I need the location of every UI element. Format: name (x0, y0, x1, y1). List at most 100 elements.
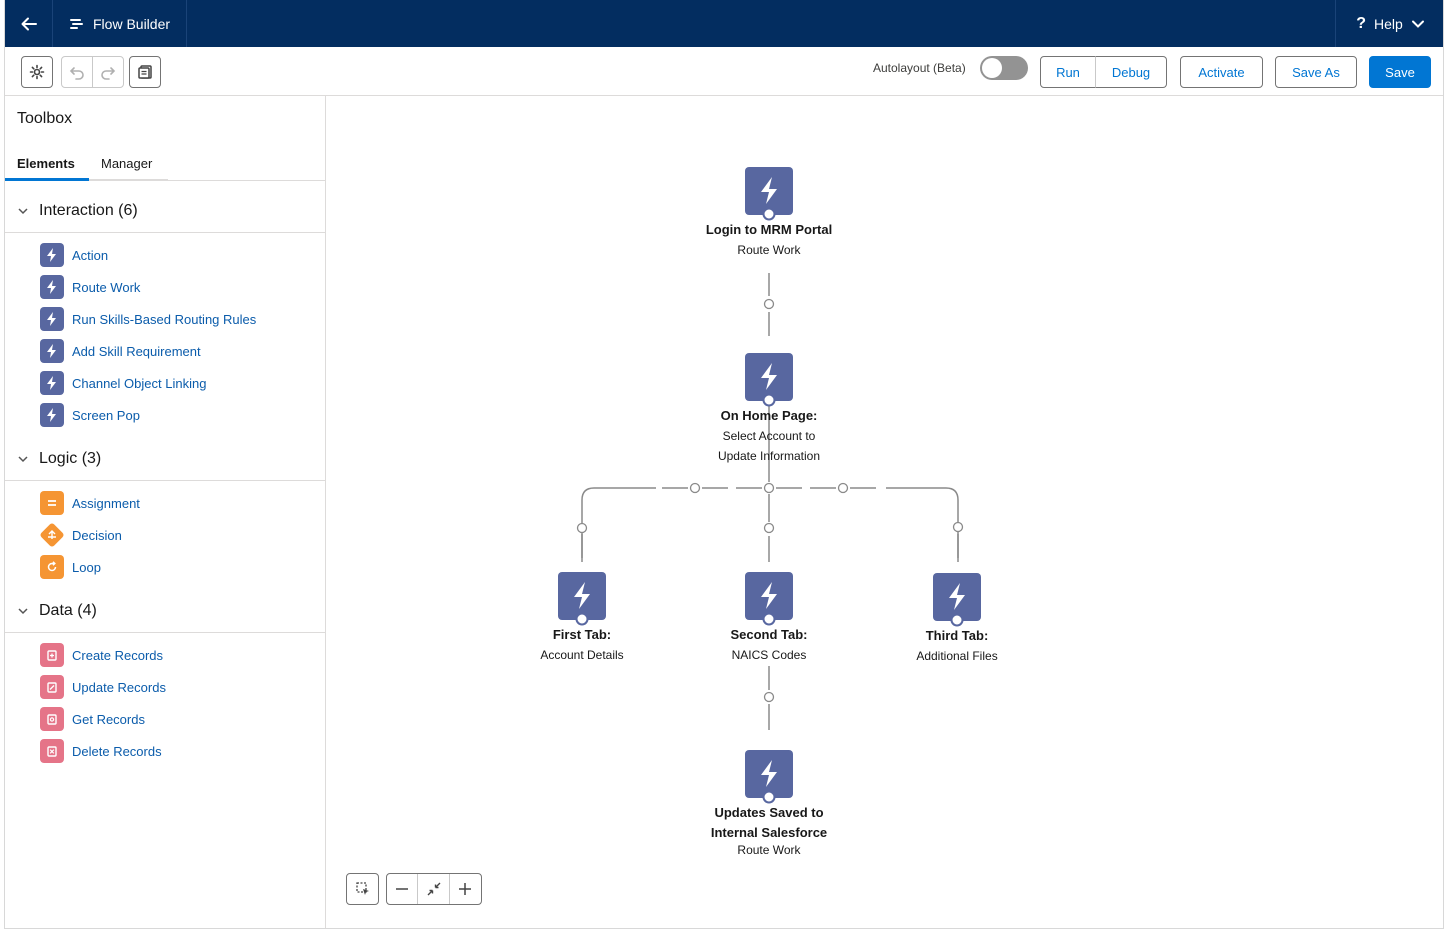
help-label: Help (1373, 15, 1403, 32)
decision-icon (40, 523, 64, 547)
settings-button[interactable] (21, 56, 53, 88)
toolbox-item-update-records[interactable]: Update Records (5, 671, 326, 703)
node-first-tab (558, 572, 606, 626)
toolbox-item-assignment[interactable]: Assignment (5, 487, 326, 519)
autolayout-toggle[interactable] (980, 56, 1028, 80)
flow-properties-button[interactable] (129, 56, 161, 88)
node-subtitle: Route Work (737, 843, 801, 857)
node-home (745, 353, 793, 407)
section-header-data[interactable]: Data (4) (5, 589, 326, 633)
redo-icon (101, 67, 116, 80)
chevron-down-icon (1411, 20, 1424, 28)
section-label: Data (4) (39, 601, 97, 619)
toolbox-item-action[interactable]: Action (5, 239, 326, 271)
undo-icon (69, 67, 84, 80)
item-label: Route Work (72, 279, 141, 295)
record-delete-icon (40, 739, 64, 763)
item-label: Add Skill Requirement (72, 343, 201, 359)
node-title: Updates Saved to (714, 805, 824, 820)
node-updates-saved (745, 750, 793, 804)
app-title-text: Flow Builder (93, 15, 171, 32)
record-update-icon (40, 675, 64, 699)
save-button[interactable]: Save (1369, 56, 1431, 88)
item-label: Create Records (72, 647, 164, 663)
tab-elements[interactable]: Elements (5, 148, 89, 181)
item-label: Delete Records (72, 743, 162, 759)
lightning-icon (40, 307, 64, 331)
toolbox-item-loop[interactable]: Loop (5, 551, 326, 583)
redo-button[interactable] (92, 56, 124, 88)
node-subtitle: Additional Files (916, 649, 998, 663)
select-cursor-icon (355, 882, 369, 895)
toolbox-panel: Toolbox Elements Manager Interaction (6)… (5, 96, 326, 928)
toolbox-item-delete-records[interactable]: Delete Records (5, 735, 326, 767)
zoom-controls (386, 873, 482, 905)
lightning-icon (40, 403, 64, 427)
record-create-icon (40, 643, 64, 667)
fit-to-view-button[interactable] (418, 874, 450, 904)
node-subtitle: Update Information (717, 449, 821, 463)
tab-manager[interactable]: Manager (89, 148, 168, 181)
save-as-button[interactable]: Save As (1275, 56, 1357, 88)
section-header-interaction[interactable]: Interaction (6) (5, 189, 326, 233)
section-data: Data (4) Create Records Update Records G… (5, 589, 326, 767)
item-label: Update Records (72, 679, 166, 695)
toolbox-item-run-skills[interactable]: Run Skills-Based Routing Rules (5, 303, 326, 335)
plus-icon (459, 883, 472, 895)
toolbar: Autolayout (Beta) Run Debug Activate Sav… (5, 47, 1443, 96)
node-label-updates-saved[interactable]: Updates Saved to Internal Salesforce Rou… (659, 803, 879, 857)
node-label-second-tab[interactable]: Second Tab: NAICS Codes (659, 625, 879, 665)
section-label: Logic (3) (39, 449, 102, 467)
item-label: Assignment (72, 495, 140, 511)
lightning-icon (40, 243, 64, 267)
toolbox-title: Toolbox (17, 110, 73, 127)
lightning-icon (40, 371, 64, 395)
toolbox-item-get-records[interactable]: Get Records (5, 703, 326, 735)
run-button[interactable]: Run (1040, 56, 1096, 88)
section-label: Interaction (6) (39, 201, 138, 219)
node-title: Second Tab: (730, 627, 808, 642)
node-title: Third Tab: (925, 628, 989, 643)
flow-icon (70, 18, 83, 29)
node-third-tab (933, 573, 981, 627)
select-elements-control (346, 873, 379, 905)
autolayout-label: Autolayout (Beta) (873, 61, 966, 75)
node-second-tab (745, 572, 793, 626)
debug-button[interactable]: Debug (1095, 56, 1167, 88)
item-label: Run Skills-Based Routing Rules (72, 311, 257, 327)
chevron-down-icon (18, 455, 28, 462)
node-label-third-tab[interactable]: Third Tab: Additional Files (847, 626, 1067, 666)
toolbox-item-decision[interactable]: Decision (5, 519, 326, 551)
toolbox-item-add-skill[interactable]: Add Skill Requirement (5, 335, 326, 367)
zoom-in-button[interactable] (450, 874, 481, 904)
node-title: Login to MRM Portal (705, 222, 833, 237)
chevron-down-icon (18, 207, 28, 214)
document-icon (138, 65, 152, 79)
flow-builder-window: Flow Builder ? Help Autolayout (Beta) Ru… (4, 0, 1444, 929)
activate-button[interactable]: Activate (1180, 56, 1263, 88)
lightning-icon (40, 339, 64, 363)
arrow-left-icon (21, 17, 37, 30)
flow-node-icons (558, 167, 981, 804)
select-elements-button[interactable] (347, 874, 378, 904)
toolbox-item-screen-pop[interactable]: Screen Pop (5, 399, 326, 431)
back-button[interactable] (5, 0, 53, 47)
toolbox-item-create-records[interactable]: Create Records (5, 639, 326, 671)
toolbox-item-route-work[interactable]: Route Work (5, 271, 326, 303)
item-label: Loop (72, 559, 101, 575)
node-label-login[interactable]: Login to MRM Portal Route Work (659, 220, 879, 260)
item-label: Screen Pop (72, 407, 140, 423)
lightning-icon (40, 275, 64, 299)
node-title: Internal Salesforce (710, 825, 828, 840)
question-icon: ? (1356, 14, 1366, 32)
zoom-out-button[interactable] (387, 874, 419, 904)
help-menu[interactable]: ? Help (1335, 0, 1443, 47)
undo-button[interactable] (61, 56, 93, 88)
node-label-home[interactable]: On Home Page: Select Account to Update I… (659, 406, 879, 466)
top-bar: Flow Builder ? Help (5, 0, 1443, 47)
toolbox-item-channel-object[interactable]: Channel Object Linking (5, 367, 326, 399)
flow-canvas[interactable]: Login to MRM Portal Route Work On Home P… (326, 96, 1443, 928)
node-login (745, 167, 793, 221)
section-header-logic[interactable]: Logic (3) (5, 437, 326, 481)
node-title: On Home Page: (720, 408, 818, 423)
